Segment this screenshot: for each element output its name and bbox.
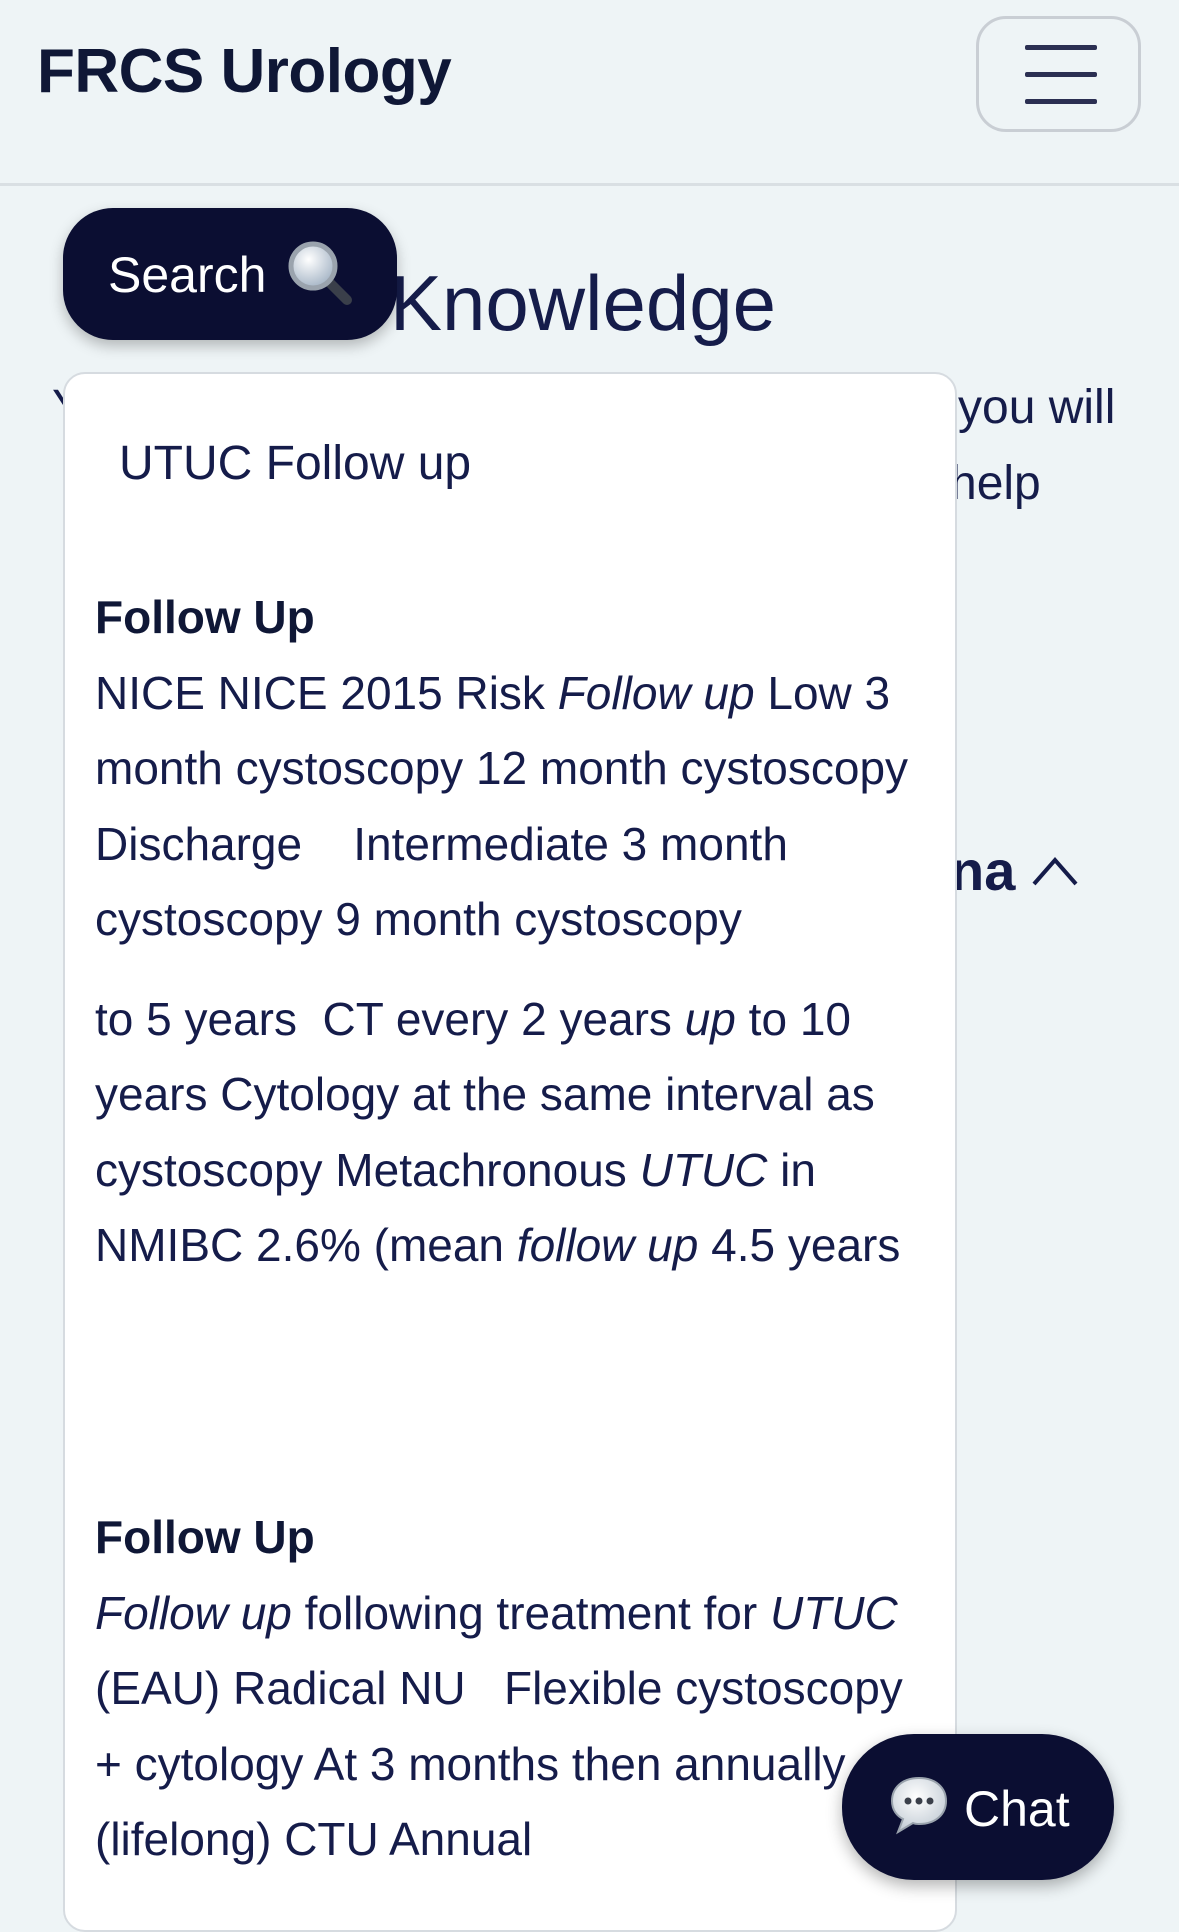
chat-button-label: Chat bbox=[964, 1781, 1070, 1837]
page-heading: Knowledge bbox=[390, 259, 776, 347]
body-text: to 5 years CT every 2 years bbox=[95, 992, 685, 1045]
section-paragraph: to 5 years CT every 2 years up to 10 yea… bbox=[95, 982, 925, 1284]
magnifier-icon bbox=[288, 241, 352, 305]
section-paragraph: Follow up following treatment for UTUC (… bbox=[95, 1576, 925, 1878]
body-text: following treatment for bbox=[291, 1586, 770, 1639]
section-heading: Follow Up bbox=[95, 1511, 315, 1563]
search-button-label: Search bbox=[108, 247, 267, 303]
result-title[interactable]: UTUC Follow up bbox=[119, 436, 471, 491]
emphasis-text: Follow up bbox=[95, 1586, 292, 1639]
intro-text-fragment-2: help bbox=[950, 457, 1041, 510]
navbar: FRCS Urology bbox=[0, 0, 1179, 186]
intro-text-fragment-1: you will bbox=[958, 381, 1116, 434]
accordion-header-fragment[interactable]: na bbox=[950, 838, 1015, 903]
emphasis-text: up bbox=[684, 992, 736, 1045]
search-results-dropdown[interactable]: UTUC Follow up Follow Up NICE NICE 2015 R… bbox=[63, 372, 957, 1932]
emphasis-text: Follow up bbox=[557, 666, 755, 719]
body-text: (EAU) Radical NU Flexible cystoscopy + c… bbox=[95, 1662, 903, 1865]
search-button[interactable]: Search bbox=[63, 208, 397, 340]
section-heading: Follow Up bbox=[95, 591, 315, 643]
chevron-up-icon[interactable] bbox=[1030, 852, 1080, 888]
brand-logo-text[interactable]: FRCS Urology bbox=[37, 36, 452, 107]
chat-button[interactable]: Chat bbox=[842, 1734, 1114, 1880]
emphasis-text: follow up bbox=[516, 1219, 699, 1271]
result-section-2[interactable]: Follow Up Follow up following treatment f… bbox=[95, 1500, 925, 1878]
section-paragraph: NICE NICE 2015 Risk Follow up Low 3 mont… bbox=[95, 656, 925, 958]
emphasis-text: UTUC bbox=[639, 1143, 768, 1196]
body-text: NICE NICE 2015 Risk bbox=[95, 666, 558, 719]
emphasis-text: UTUC bbox=[769, 1586, 898, 1639]
speech-bubble-icon bbox=[890, 1776, 948, 1835]
menu-toggle-button[interactable] bbox=[976, 16, 1141, 132]
result-section-1[interactable]: Follow Up NICE NICE 2015 Risk Follow up L… bbox=[95, 580, 925, 1284]
body-text: 4.5 years bbox=[698, 1219, 901, 1271]
